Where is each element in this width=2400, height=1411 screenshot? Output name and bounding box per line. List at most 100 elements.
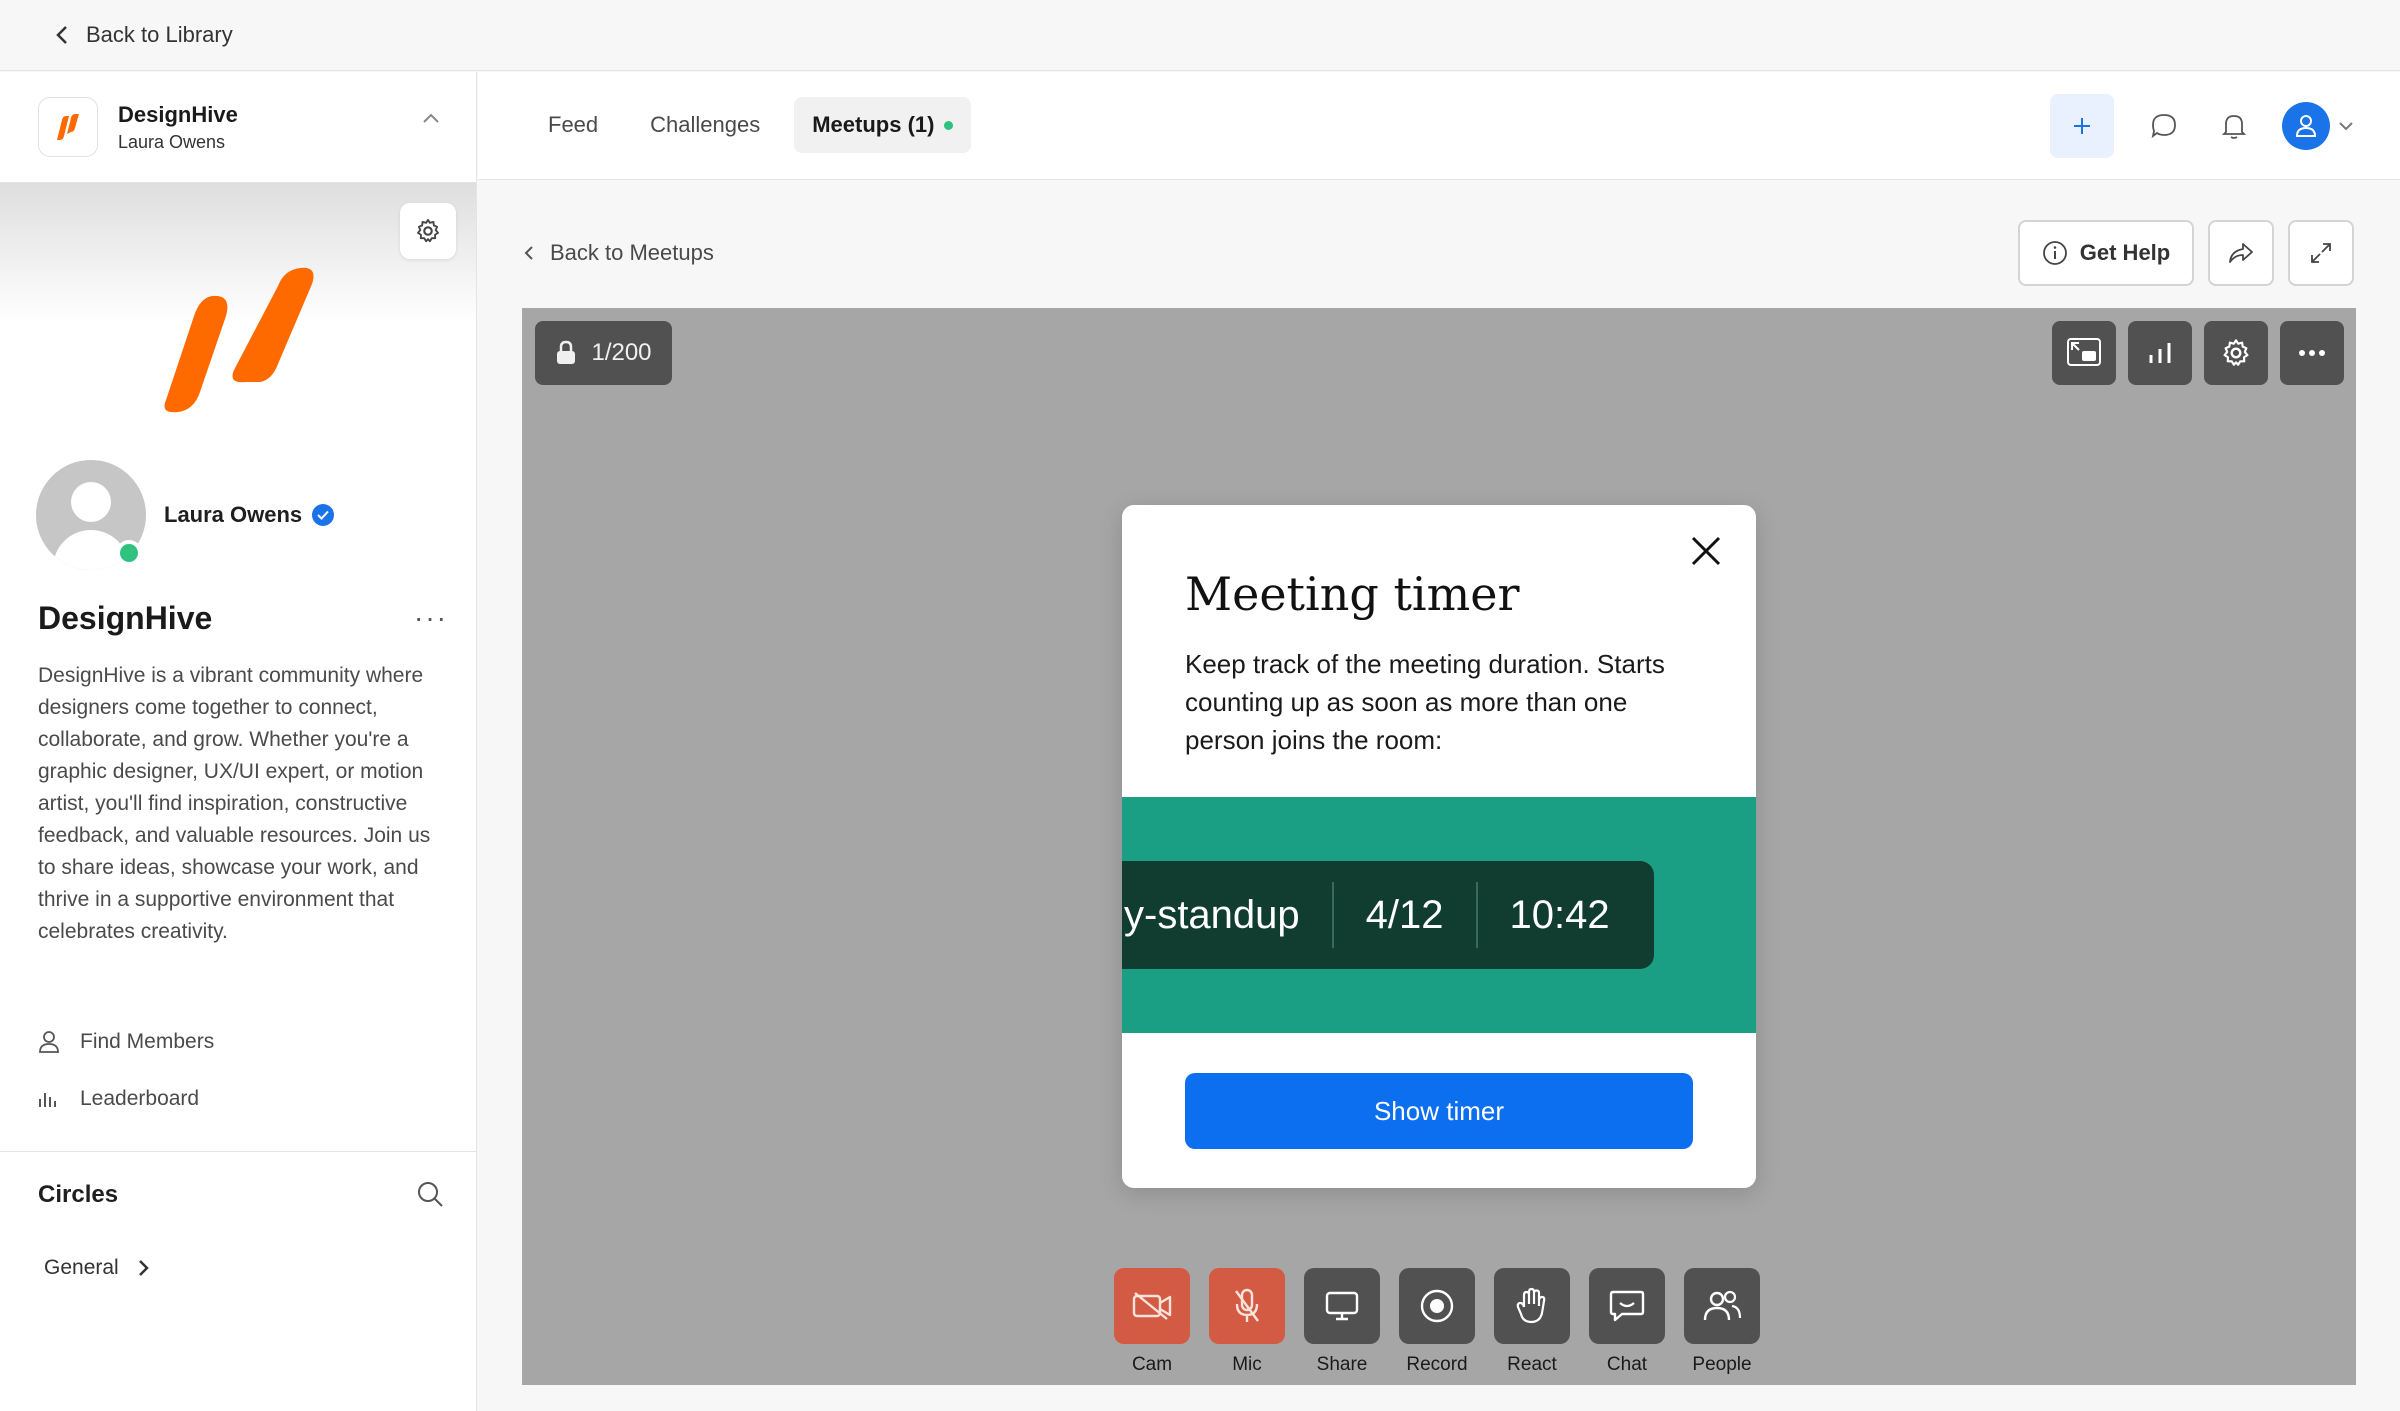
sidebar-item-find-members[interactable]: Find Members [38,1030,214,1054]
people-control[interactable]: People [1684,1268,1760,1376]
screen-share-icon [1325,1291,1359,1321]
tab-label: Meetups (1) [812,112,935,137]
camera-off-icon [1132,1292,1172,1320]
lock-icon [557,340,576,364]
modal-title: Meeting timer [1185,567,1520,621]
people-button[interactable] [1684,1268,1760,1344]
mic-control[interactable]: Mic [1209,1268,1285,1376]
modal-description: Keep track of the meeting duration. Star… [1185,649,1665,755]
back-to-meetups-label: Back to Meetups [550,240,714,265]
create-button[interactable] [2050,94,2114,158]
participant-count: 1/200 [591,339,652,366]
community-switcher[interactable]: DesignHive Laura Owens [0,72,476,183]
record-button[interactable] [1399,1268,1475,1344]
meetup-actions: Get Help [2018,220,2354,286]
sidebar-item-label: Leaderboard [80,1087,200,1110]
timer-preview: y-standup 4/12 10:42 [1122,861,1654,969]
community-owner: Laura Owens [118,131,226,152]
profile-summary: Laura Owens [36,460,335,570]
gear-icon [417,218,439,243]
timer-preview-band: y-standup 4/12 10:42 [1122,797,1756,1033]
user-menu-button[interactable] [2282,102,2354,150]
control-label: Chat [1606,1354,1648,1375]
participant-count-badge: 1/200 [535,321,672,385]
info-icon [2042,241,2067,265]
record-icon [1420,1289,1454,1323]
control-label: React [1507,1354,1557,1375]
get-help-button[interactable]: Get Help [2018,220,2194,286]
control-label: Share [1316,1354,1368,1375]
share-screen-button[interactable] [1304,1268,1380,1344]
stats-button[interactable] [2128,321,2192,385]
chevron-down-icon [2339,122,2353,131]
tab-feed[interactable]: Feed [530,97,616,153]
chevron-up-icon[interactable] [422,112,440,124]
chat-button[interactable] [1589,1268,1665,1344]
profile-name: Laura Owens [164,502,335,528]
banner-settings-button[interactable] [400,203,456,259]
video-toolbar [2052,321,2344,385]
search-icon[interactable] [416,1180,444,1208]
profile-name-label: Laura Owens [164,502,303,527]
people-icon [1703,1290,1742,1321]
back-to-library-link[interactable]: Back to Library [56,22,233,48]
live-indicator-dot [944,120,954,130]
person-icon [39,1031,59,1053]
online-status-dot [116,540,142,566]
ellipsis-icon [2299,350,2325,356]
circle-label: General [44,1256,119,1279]
sidebar-item-label: Find Members [80,1030,215,1053]
community-logo-large [164,267,314,413]
circle-item-general[interactable]: General [44,1256,149,1280]
share-arrow-icon [2229,243,2253,263]
plus-icon [2074,118,2090,134]
bell-icon [2221,115,2247,139]
meeting-video-area: 1/200 Meeting timer Keep track of the me… [522,308,2356,1385]
timer-room-name: y-standup [1124,892,1300,937]
meeting-timer-modal: Meeting timer Keep track of the meeting … [1122,505,1756,1188]
tab-challenges[interactable]: Challenges [632,97,778,153]
header-actions [2050,94,2400,158]
verified-badge-icon [312,504,335,526]
more-options-button[interactable] [2280,321,2344,385]
show-timer-button[interactable]: Show timer [1185,1073,1693,1149]
sidebar: DesignHive Laura Owens Laura Owens Desig… [0,72,477,1411]
circles-heading: Circles [38,1181,119,1208]
fullscreen-button[interactable] [2288,220,2354,286]
sidebar-item-leaderboard[interactable]: Leaderboard [38,1087,199,1111]
community-logo-small [38,97,98,157]
control-label: Cam [1131,1354,1173,1375]
signal-bars-icon [2149,343,2171,363]
share-control[interactable]: Share [1304,1268,1380,1376]
mic-button[interactable] [1209,1268,1285,1344]
cam-control[interactable]: Cam [1114,1268,1190,1376]
back-to-meetups-link[interactable]: Back to Meetups [524,240,714,266]
get-help-label: Get Help [2079,240,2171,265]
record-control[interactable]: Record [1399,1268,1475,1376]
react-control[interactable]: React [1494,1268,1570,1376]
tab-bar: Feed Challenges Meetups (1) [530,97,972,153]
gear-icon [2223,339,2249,366]
video-settings-button[interactable] [2204,321,2268,385]
main-header: Feed Challenges Meetups (1) [478,72,2400,180]
picture-in-picture-button[interactable] [2052,321,2116,385]
control-label: People [1692,1354,1752,1375]
notifications-button[interactable] [2212,104,2256,148]
chevron-left-icon [56,26,67,44]
messages-button[interactable] [2142,104,2186,148]
cam-button[interactable] [1114,1268,1190,1344]
chevron-left-icon [524,246,533,260]
tab-label: Challenges [650,112,761,137]
share-button[interactable] [2208,220,2274,286]
chat-control[interactable]: Chat [1589,1268,1665,1376]
react-button[interactable] [1494,1268,1570,1344]
timer-time: 10:42 [1509,892,1610,937]
tab-label: Feed [548,112,599,137]
chevron-right-icon [138,1260,149,1276]
chat-bubble-icon [2151,114,2176,139]
tab-meetups[interactable]: Meetups (1) [794,97,972,153]
more-options-button[interactable]: ··· [414,602,448,634]
bar-chart-icon [39,1093,56,1107]
timer-date: 4/12 [1365,892,1444,937]
close-button[interactable] [1684,529,1728,573]
